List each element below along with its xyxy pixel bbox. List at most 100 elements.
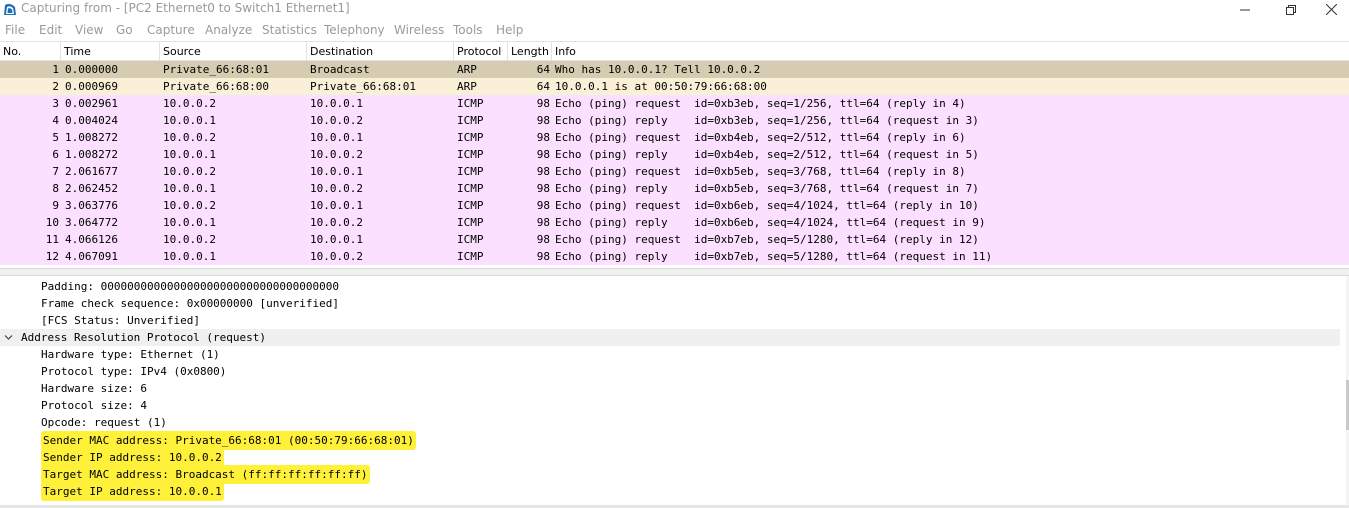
packet-row[interactable]: 8 2.062452 10.0.0.1 10.0.0.2 ICMP 98 Echo (pin…: [0, 180, 1349, 197]
menu-help[interactable]: Help: [496, 23, 523, 37]
column-header-length[interactable]: Length: [508, 42, 552, 61]
packet-cell-no: 7: [52, 165, 59, 178]
close-icon: [1326, 4, 1337, 15]
menu-wireless[interactable]: Wireless: [394, 23, 444, 37]
packet-cell-info: Who has 10.0.0.1? Tell 10.0.0.2: [555, 63, 761, 76]
detail-tree-line[interactable]: [FCS Status: Unverified]: [0, 312, 1340, 329]
packet-cell-length: 98: [536, 97, 550, 110]
detail-tree-line[interactable]: Frame check sequence: 0x00000000 [unveri…: [0, 295, 1340, 312]
packet-cell-time: 1.008272: [65, 148, 118, 161]
packet-row[interactable]: 7 2.061677 10.0.0.2 10.0.0.1 ICMP 98 Echo (pin…: [0, 163, 1349, 180]
packet-row[interactable]: 12 4.067091 10.0.0.1 10.0.0.2 ICMP 98 Echo (pi…: [0, 248, 1349, 265]
detail-text: Protocol size: 4: [41, 399, 147, 412]
packet-cell-no: 2: [52, 80, 59, 93]
packet-cell-protocol: ICMP: [457, 250, 484, 263]
packet-cell-length: 64: [536, 80, 550, 93]
packet-cell-length: 98: [536, 182, 550, 195]
packet-cell-length: 98: [536, 199, 550, 212]
packet-row[interactable]: 6 1.008272 10.0.0.1 10.0.0.2 ICMP 98 Echo (pin…: [0, 146, 1349, 163]
packet-row[interactable]: 5 1.008272 10.0.0.2 10.0.0.1 ICMP 98 Echo (pin…: [0, 129, 1349, 146]
packet-list: 1 0.000000 Private_66:68:01 Broadcast ARP 64 W…: [0, 61, 1349, 265]
packet-cell-info: Echo (ping) reply id=0xb6eb, seq=4/1024,…: [555, 216, 986, 229]
packet-cell-no: 9: [52, 199, 59, 212]
detail-tree-node-expanded[interactable]: Address Resolution Protocol (request): [0, 329, 1340, 346]
menu-analyze[interactable]: Analyze: [205, 23, 252, 37]
detail-tree-line[interactable]: Target MAC address: Broadcast (ff:ff:ff:…: [0, 465, 1340, 484]
menu-go[interactable]: Go: [116, 23, 133, 37]
packet-row[interactable]: 10 3.064772 10.0.0.1 10.0.0.2 ICMP 98 Echo (pi…: [0, 214, 1349, 231]
packet-cell-source: Private_66:68:00: [163, 80, 269, 93]
packet-row[interactable]: 11 4.066126 10.0.0.2 10.0.0.1 ICMP 98 Echo (pi…: [0, 231, 1349, 248]
packet-row[interactable]: 2 0.000969 Private_66:68:00 Private_66:68:0…: [0, 78, 1349, 95]
packet-cell-protocol: ICMP: [457, 97, 484, 110]
wireshark-fin-icon: [4, 3, 16, 15]
detail-tree-line[interactable]: Hardware size: 6: [0, 380, 1340, 397]
detail-tree-line[interactable]: Protocol type: IPv4 (0x0800): [0, 363, 1340, 380]
detail-text: Hardware type: Ethernet (1): [41, 348, 220, 361]
minimize-button[interactable]: [1222, 0, 1268, 19]
menu-file[interactable]: File: [5, 23, 25, 37]
chevron-down-icon[interactable]: [4, 333, 13, 342]
detail-tree-line[interactable]: Sender MAC address: Private_66:68:01 (00…: [0, 431, 1340, 450]
packet-cell-source: 10.0.0.2: [163, 97, 216, 110]
packet-cell-protocol: ICMP: [457, 148, 484, 161]
detail-text: Hardware size: 6: [41, 382, 147, 395]
packet-cell-time: 3.063776: [65, 199, 118, 212]
minimize-icon: [1240, 9, 1250, 10]
menu-telephony[interactable]: Telephony: [324, 23, 385, 37]
packet-cell-no: 5: [52, 131, 59, 144]
packet-cell-source: 10.0.0.1: [163, 148, 216, 161]
menu-tools[interactable]: Tools: [453, 23, 483, 37]
detail-tree-line[interactable]: Opcode: request (1): [0, 414, 1340, 431]
column-header-protocol[interactable]: Protocol: [454, 42, 508, 61]
packet-cell-info: Echo (ping) request id=0xb4eb, seq=2/512…: [555, 131, 966, 144]
packet-cell-length: 98: [536, 165, 550, 178]
detail-tree-line[interactable]: Sender IP address: 10.0.0.2: [0, 448, 1340, 467]
packet-cell-info: 10.0.0.1 is at 00:50:79:66:68:00: [555, 80, 767, 93]
packet-cell-protocol: ICMP: [457, 182, 484, 195]
pane-splitter[interactable]: [0, 268, 1349, 276]
menu-edit[interactable]: Edit: [39, 23, 62, 37]
packet-cell-no: 10: [45, 216, 59, 229]
packet-cell-length: 98: [536, 233, 550, 246]
packet-cell-source: 10.0.0.2: [163, 199, 216, 212]
packet-row[interactable]: 3 0.002961 10.0.0.2 10.0.0.1 ICMP 98 Echo (pin…: [0, 95, 1349, 112]
packet-cell-source: 10.0.0.2: [163, 165, 216, 178]
column-header-no[interactable]: No.: [0, 42, 61, 61]
packet-cell-length: 98: [536, 148, 550, 161]
packet-cell-no: 12: [45, 250, 59, 263]
restore-button[interactable]: [1268, 0, 1314, 19]
close-button[interactable]: [1314, 0, 1349, 19]
packet-row[interactable]: 1 0.000000 Private_66:68:01 Broadcast ARP 64 W…: [0, 61, 1349, 78]
packet-row[interactable]: 9 3.063776 10.0.0.2 10.0.0.1 ICMP 98 Echo (pin…: [0, 197, 1349, 214]
menu-capture[interactable]: Capture: [147, 23, 195, 37]
column-header-source[interactable]: Source: [160, 42, 307, 61]
menu-bar: File Edit View Go Capture Analyze Statis…: [0, 19, 1349, 41]
packet-cell-length: 98: [536, 114, 550, 127]
packet-cell-destination: 10.0.0.1: [310, 131, 363, 144]
packet-cell-protocol: ICMP: [457, 114, 484, 127]
packet-cell-no: 4: [52, 114, 59, 127]
menu-view[interactable]: View: [75, 23, 103, 37]
detail-tree-line[interactable]: Padding: 0000000000000000000000000000000…: [0, 278, 1340, 295]
detail-text: Protocol type: IPv4 (0x0800): [41, 365, 227, 378]
packet-cell-protocol: ARP: [457, 80, 477, 93]
detail-tree-line[interactable]: Hardware type: Ethernet (1): [0, 346, 1340, 363]
detail-tree-line[interactable]: Protocol size: 4: [0, 397, 1340, 414]
column-header-info[interactable]: Info: [552, 42, 1349, 61]
packet-cell-destination: 10.0.0.2: [310, 250, 363, 263]
packet-cell-destination: 10.0.0.1: [310, 199, 363, 212]
column-header-destination[interactable]: Destination: [307, 42, 454, 61]
packet-cell-source: 10.0.0.1: [163, 182, 216, 195]
window-title: Capturing from - [PC2 Ethernet0 to Switc…: [21, 1, 350, 15]
packet-cell-protocol: ARP: [457, 63, 477, 76]
menu-statistics[interactable]: Statistics: [262, 23, 317, 37]
column-header-time[interactable]: Time: [61, 42, 160, 61]
detail-tree-line[interactable]: Target IP address: 10.0.0.1: [0, 482, 1340, 501]
packet-cell-info: Echo (ping) request id=0xb6eb, seq=4/102…: [555, 199, 979, 212]
packet-cell-protocol: ICMP: [457, 165, 484, 178]
packet-row[interactable]: 4 0.004024 10.0.0.1 10.0.0.2 ICMP 98 Echo (pin…: [0, 112, 1349, 129]
packet-cell-time: 4.066126: [65, 233, 118, 246]
packet-cell-length: 98: [536, 131, 550, 144]
packet-cell-source: 10.0.0.1: [163, 114, 216, 127]
